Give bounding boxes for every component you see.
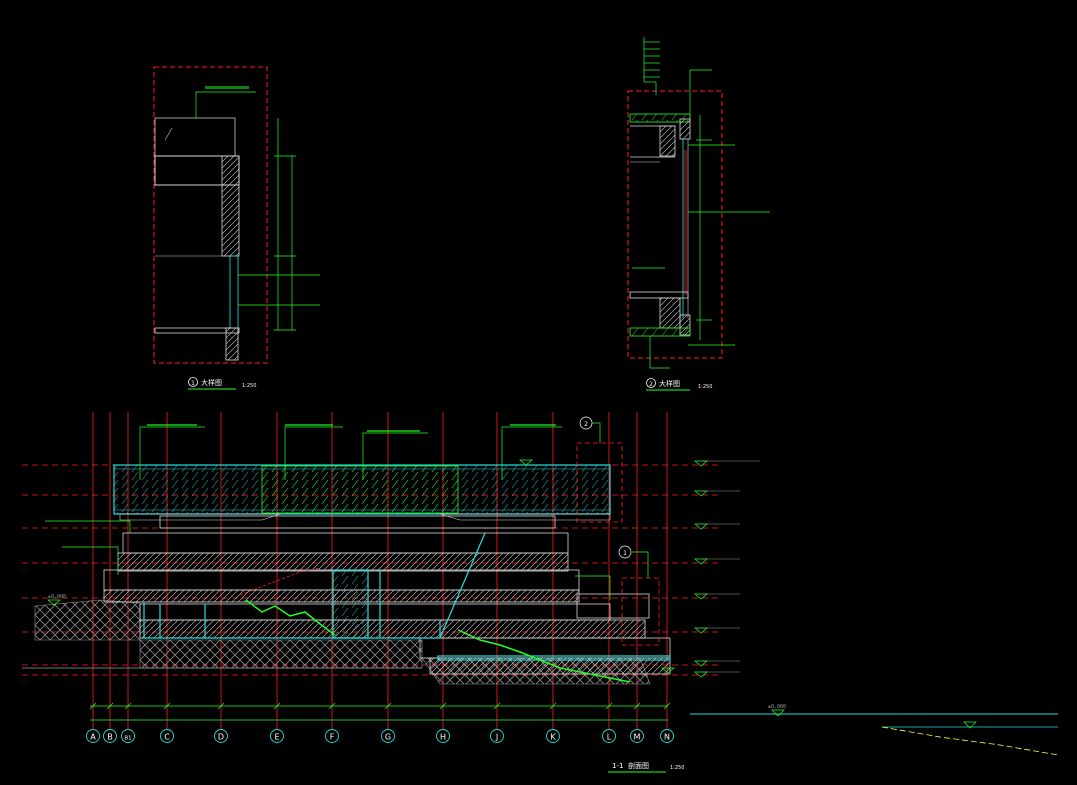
detail-1-dimension <box>238 118 320 331</box>
detail-1-leader <box>195 91 256 118</box>
section-number: 1-1 <box>612 762 623 770</box>
axis-label: N <box>664 733 670 742</box>
axis-label: L <box>607 733 612 742</box>
axis-label: B1 <box>124 736 131 742</box>
detail-2: 2 大样图 1:250 <box>627 37 770 391</box>
detail-2-note-stack <box>643 37 712 120</box>
section-title: 剖面图 <box>628 761 649 770</box>
detail-1-boundary <box>153 66 268 364</box>
detail-2-number: 2 <box>649 381 653 388</box>
detail-1-title: 大样图 <box>201 378 222 387</box>
dimension-chain <box>90 705 668 721</box>
axis-label: G <box>385 733 391 742</box>
axis-label: J <box>495 733 498 742</box>
axis-bubbles: A B B1 C D E F G H J K L M N <box>86 729 674 743</box>
site-profile: ±0.000 <box>690 704 1059 756</box>
site-level-right: ±0.000 <box>768 704 786 710</box>
axis-label: B <box>107 733 113 742</box>
callout-2-number: 2 <box>584 421 588 428</box>
axis-label: H <box>440 733 446 742</box>
site-level-left: ±0.000 <box>48 594 66 600</box>
axis-label: A <box>90 733 96 742</box>
callout-1-number: 1 <box>623 550 627 557</box>
axis-label: E <box>274 733 279 742</box>
detail-1: 1 大样图 1:250 <box>153 66 320 390</box>
axis-label: F <box>330 733 335 742</box>
detail-1-number: 1 <box>191 380 195 387</box>
axis-label: K <box>550 733 556 742</box>
detail-2-title: 大样图 <box>659 379 680 388</box>
section-1-1: 2 1 ±0.000 A B B1 C D E F G H J K L M N … <box>22 412 760 773</box>
axis-label: D <box>218 733 224 742</box>
axis-label: C <box>164 733 170 742</box>
top-glass-box <box>113 464 611 521</box>
section-scale: 1:250 <box>670 765 684 771</box>
axis-label: M <box>634 733 641 742</box>
detail-2-scale: 1:250 <box>698 384 712 390</box>
detail-1-scale: 1:250 <box>242 383 256 389</box>
cad-drawing: 1 大样图 1:250 2 大样图 1:250 2 1 ±0.000 A B B… <box>22 37 1059 773</box>
